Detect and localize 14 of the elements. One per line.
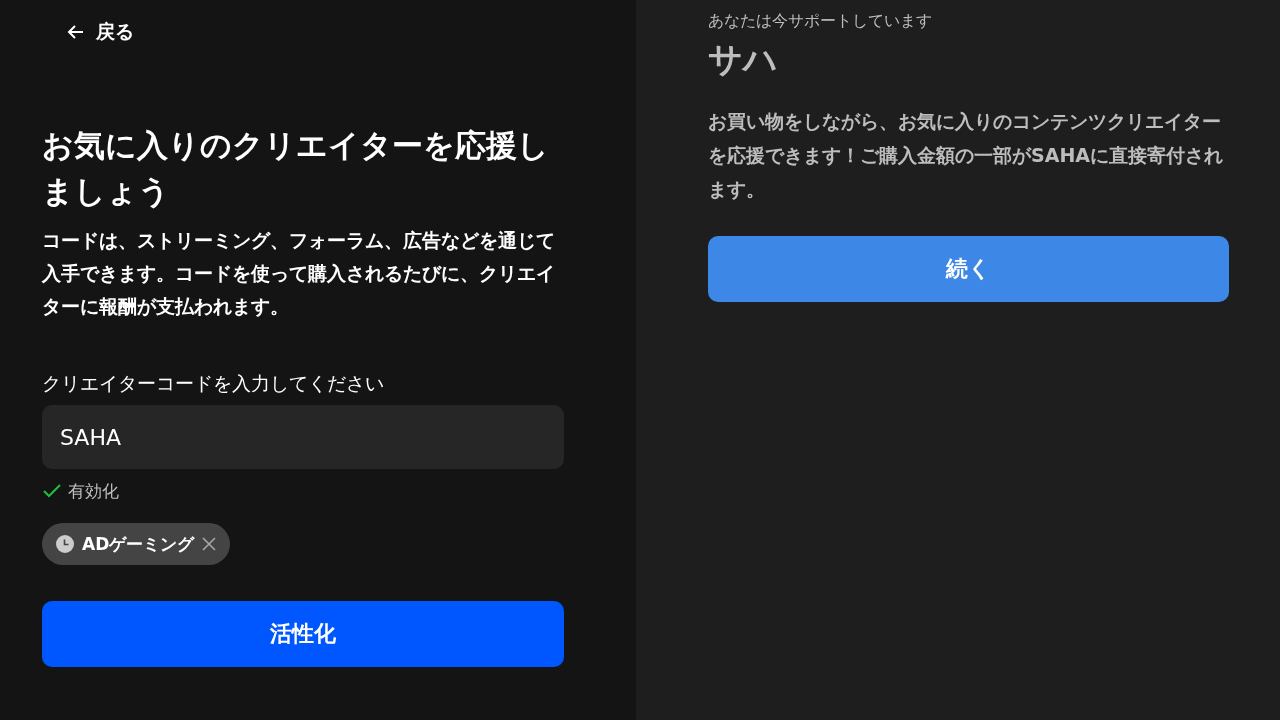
support-text: お買い物をしながら、お気に入りのコンテンツクリエイターを応援できます！ご購入金額の一部がSAHAに直接寄付されます。 [708, 109, 1224, 202]
clock-icon [56, 535, 74, 553]
back-link[interactable]: 戻る [66, 14, 564, 50]
creator-code-field[interactable]: SAHA [42, 405, 564, 469]
support-caption: あなたは今サポートしています [708, 10, 933, 32]
creator-name: サハ [708, 38, 779, 81]
description-text: コードは、ストリーミング、フォーラム、広告などを通じて入手できます。コードを使って購入されるたびに、クリエイターに報酬が支払われます。 [42, 228, 556, 319]
page-title: お気に入りのクリエイターを応援しましょう [42, 126, 550, 211]
field-label: クリエイターコードを入力してください [42, 371, 385, 396]
chip-label: ADゲーミング [82, 532, 195, 556]
continue-button[interactable]: 続く [708, 236, 1229, 302]
activate-button[interactable]: 活性化 [42, 601, 564, 667]
validation-status: 有効化 [68, 479, 119, 503]
close-icon[interactable] [202, 537, 217, 551]
